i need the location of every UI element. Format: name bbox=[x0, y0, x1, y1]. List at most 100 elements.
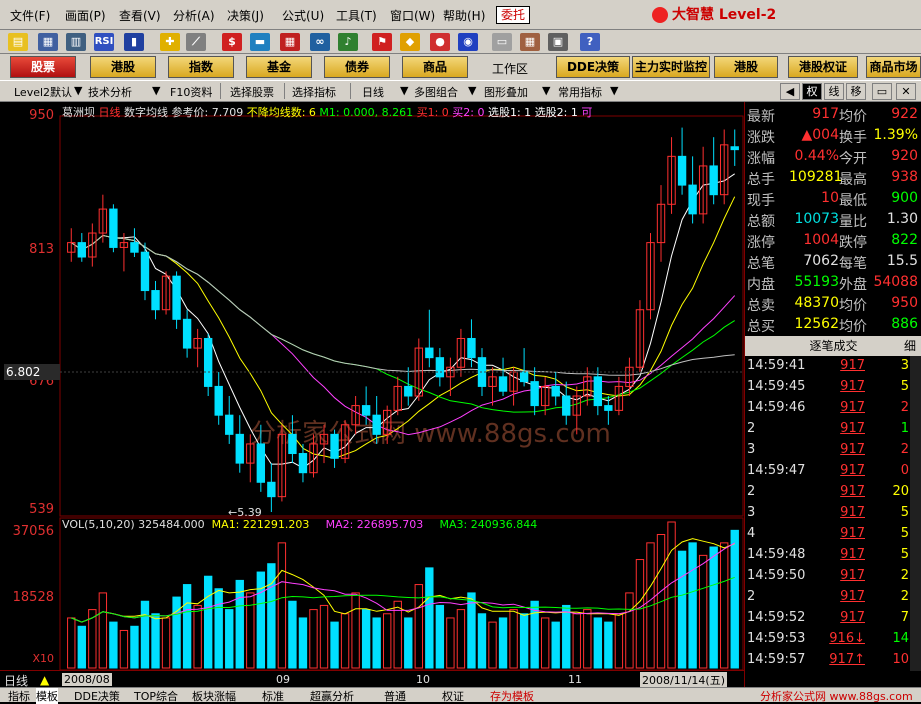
workarea-label[interactable]: 工作区 bbox=[492, 60, 528, 77]
vol-ma-line-10 bbox=[71, 542, 735, 623]
info-icon[interactable]: ● bbox=[430, 33, 450, 51]
tick-row[interactable]: 14:59:52 917 7 bbox=[745, 610, 915, 631]
dollar-icon[interactable]: $ bbox=[222, 33, 242, 51]
ticks-detail-button[interactable]: 细 bbox=[904, 336, 916, 356]
menu-help[interactable]: 帮助(H) bbox=[443, 7, 485, 24]
tick-row[interactable]: 14:59:47 917 0 bbox=[745, 463, 915, 484]
dropdown-arrow-icon[interactable]: ▼ bbox=[610, 84, 618, 97]
dropdown-arrow-icon[interactable]: ▼ bbox=[74, 84, 82, 97]
arrow-left-icon[interactable]: ◀ bbox=[780, 83, 800, 100]
tab-line[interactable]: 线 bbox=[824, 83, 844, 100]
tab-select-stock[interactable]: 选择股票 bbox=[230, 84, 274, 100]
quote-value: 917 bbox=[812, 106, 839, 122]
window-icon[interactable]: ▣ bbox=[548, 33, 568, 51]
market-hk[interactable]: 港股 bbox=[90, 56, 156, 78]
bars-icon[interactable]: ▮ bbox=[124, 33, 144, 51]
calculator-icon[interactable]: ▦ bbox=[520, 33, 540, 51]
quote-row: 现手 10 最低 900 bbox=[745, 190, 921, 211]
tick-row[interactable]: 4 917 5 bbox=[745, 526, 915, 547]
tick-row[interactable]: 2 917 1 bbox=[745, 421, 915, 442]
dropdown-arrow-icon[interactable]: ▼ bbox=[400, 84, 408, 97]
diamond-icon[interactable]: ◆ bbox=[400, 33, 420, 51]
candle-body bbox=[182, 318, 192, 349]
tab-move[interactable]: 移 bbox=[846, 83, 866, 100]
chart-icon[interactable]: ▦ bbox=[38, 33, 58, 51]
crosshair-icon[interactable]: ✚ bbox=[160, 33, 180, 51]
hk-stock-button[interactable]: 港股 bbox=[714, 56, 778, 78]
tick-row[interactable]: 14:59:45 917 5 bbox=[745, 379, 915, 400]
help-icon[interactable]: ? bbox=[580, 33, 600, 51]
tick-row[interactable]: 14:59:53 916↓ 14 bbox=[745, 631, 915, 652]
tick-row[interactable]: 14:59:41 917 3 bbox=[745, 358, 915, 379]
quote-value: 950 bbox=[891, 295, 918, 311]
tab-select-indicator[interactable]: 选择指标 bbox=[292, 84, 336, 100]
tick-row[interactable]: 3 917 2 bbox=[745, 442, 915, 463]
menu-decision[interactable]: 决策(J) bbox=[227, 7, 264, 24]
dde-decision[interactable]: DDE决策 bbox=[556, 56, 630, 78]
tab-overlay[interactable]: 图形叠加 bbox=[484, 84, 528, 100]
market-stock[interactable]: 股票 bbox=[10, 56, 76, 78]
tick-row[interactable]: 14:59:48 917 5 bbox=[745, 547, 915, 568]
close-icon[interactable]: ✕ bbox=[896, 83, 916, 100]
grid-icon[interactable]: ▦ bbox=[280, 33, 300, 51]
market-commodity[interactable]: 商品 bbox=[402, 56, 468, 78]
tab-tech-analysis[interactable]: 技术分析 bbox=[88, 84, 132, 100]
market-bond[interactable]: 债券 bbox=[324, 56, 390, 78]
ticks-scrollbar[interactable] bbox=[910, 356, 921, 671]
market-index[interactable]: 指数 bbox=[168, 56, 234, 78]
tick-row[interactable]: 3 917 5 bbox=[745, 505, 915, 526]
money-icon[interactable]: ▬ bbox=[250, 33, 270, 51]
main-monitor[interactable]: 主力实时监控 bbox=[632, 56, 710, 78]
tab-f10[interactable]: F10资料 bbox=[170, 84, 212, 100]
tab-level2[interactable]: Level2默认 bbox=[14, 84, 72, 100]
delegate-button[interactable]: 委托 bbox=[496, 6, 530, 24]
quote-label: 均价 bbox=[839, 298, 867, 314]
open-icon[interactable]: ▤ bbox=[8, 33, 28, 51]
quote-row: 最新 917 均价 922 bbox=[745, 106, 921, 127]
dropdown-arrow-icon[interactable]: ▼ bbox=[468, 84, 476, 97]
dropdown-arrow-icon[interactable]: ▼ bbox=[542, 84, 550, 97]
globe-icon[interactable]: ◉ bbox=[458, 33, 478, 51]
menu-tools[interactable]: 工具(T) bbox=[336, 7, 377, 24]
dropdown-arrow-icon[interactable]: ▼ bbox=[152, 84, 160, 97]
hk-warrant-button[interactable]: 港股权证 bbox=[788, 56, 858, 78]
volume-bar bbox=[151, 613, 160, 669]
tick-time: 14:59:57 bbox=[747, 652, 806, 667]
tick-row[interactable]: 14:59:50 917 2 bbox=[745, 568, 915, 589]
alert-icon[interactable]: ♪ bbox=[338, 33, 358, 51]
menu-window[interactable]: 窗口(W) bbox=[390, 7, 435, 24]
menu-screen[interactable]: 画面(P) bbox=[65, 7, 106, 24]
window-controls[interactable] bbox=[870, 6, 920, 24]
tick-row[interactable]: 2 917 2 bbox=[745, 589, 915, 610]
tick-row[interactable]: 14:59:57 917↑ 10 bbox=[745, 652, 915, 673]
tab-rights[interactable]: 权 bbox=[802, 83, 822, 100]
flag-icon[interactable]: ⚑ bbox=[372, 33, 392, 51]
tab-multi-chart[interactable]: 多图组合 bbox=[414, 84, 458, 100]
tick-qty: 0 bbox=[900, 463, 909, 478]
quote-row: 总买 12562 均价 886 bbox=[745, 316, 921, 337]
commodity-market-button[interactable]: 商品市场 bbox=[866, 56, 921, 78]
kline-chart[interactable]: 分析家公式网 www.88gs.com←5.39 bbox=[0, 102, 744, 687]
market-fund[interactable]: 基金 bbox=[246, 56, 312, 78]
notepad-icon[interactable]: ▭ bbox=[492, 33, 512, 51]
binoculars-icon[interactable]: ∞ bbox=[310, 33, 330, 51]
menu-view[interactable]: 查看(V) bbox=[119, 7, 161, 24]
tab-common-indicators[interactable]: 常用指标 bbox=[558, 84, 602, 100]
menu-file[interactable]: 文件(F) bbox=[10, 7, 50, 24]
tick-row[interactable]: 14:59:46 917 2 bbox=[745, 400, 915, 421]
menu-analysis[interactable]: 分析(A) bbox=[173, 7, 215, 24]
volume-bar bbox=[488, 621, 497, 669]
quote-value: 10 bbox=[821, 190, 839, 206]
quote-label: 量比 bbox=[839, 214, 867, 230]
candle-body bbox=[214, 385, 223, 416]
rsi-icon[interactable]: RSI bbox=[94, 33, 114, 51]
table-icon[interactable]: ▥ bbox=[66, 33, 86, 51]
tick-row[interactable]: 2 917 20 bbox=[745, 484, 915, 505]
ruler-icon[interactable]: ⟋ bbox=[186, 33, 206, 51]
minimize-icon[interactable]: ▭ bbox=[872, 83, 892, 100]
chart-area[interactable]: 分析家公式网 www.88gs.com ←5.39 葛洲坝 日线 数字均线 参考价… bbox=[0, 102, 744, 689]
candle-body bbox=[130, 242, 139, 253]
menu-formula[interactable]: 公式(U) bbox=[282, 7, 324, 24]
tab-daily[interactable]: 日线 bbox=[362, 84, 384, 100]
quote-label: 换手 bbox=[839, 130, 867, 146]
